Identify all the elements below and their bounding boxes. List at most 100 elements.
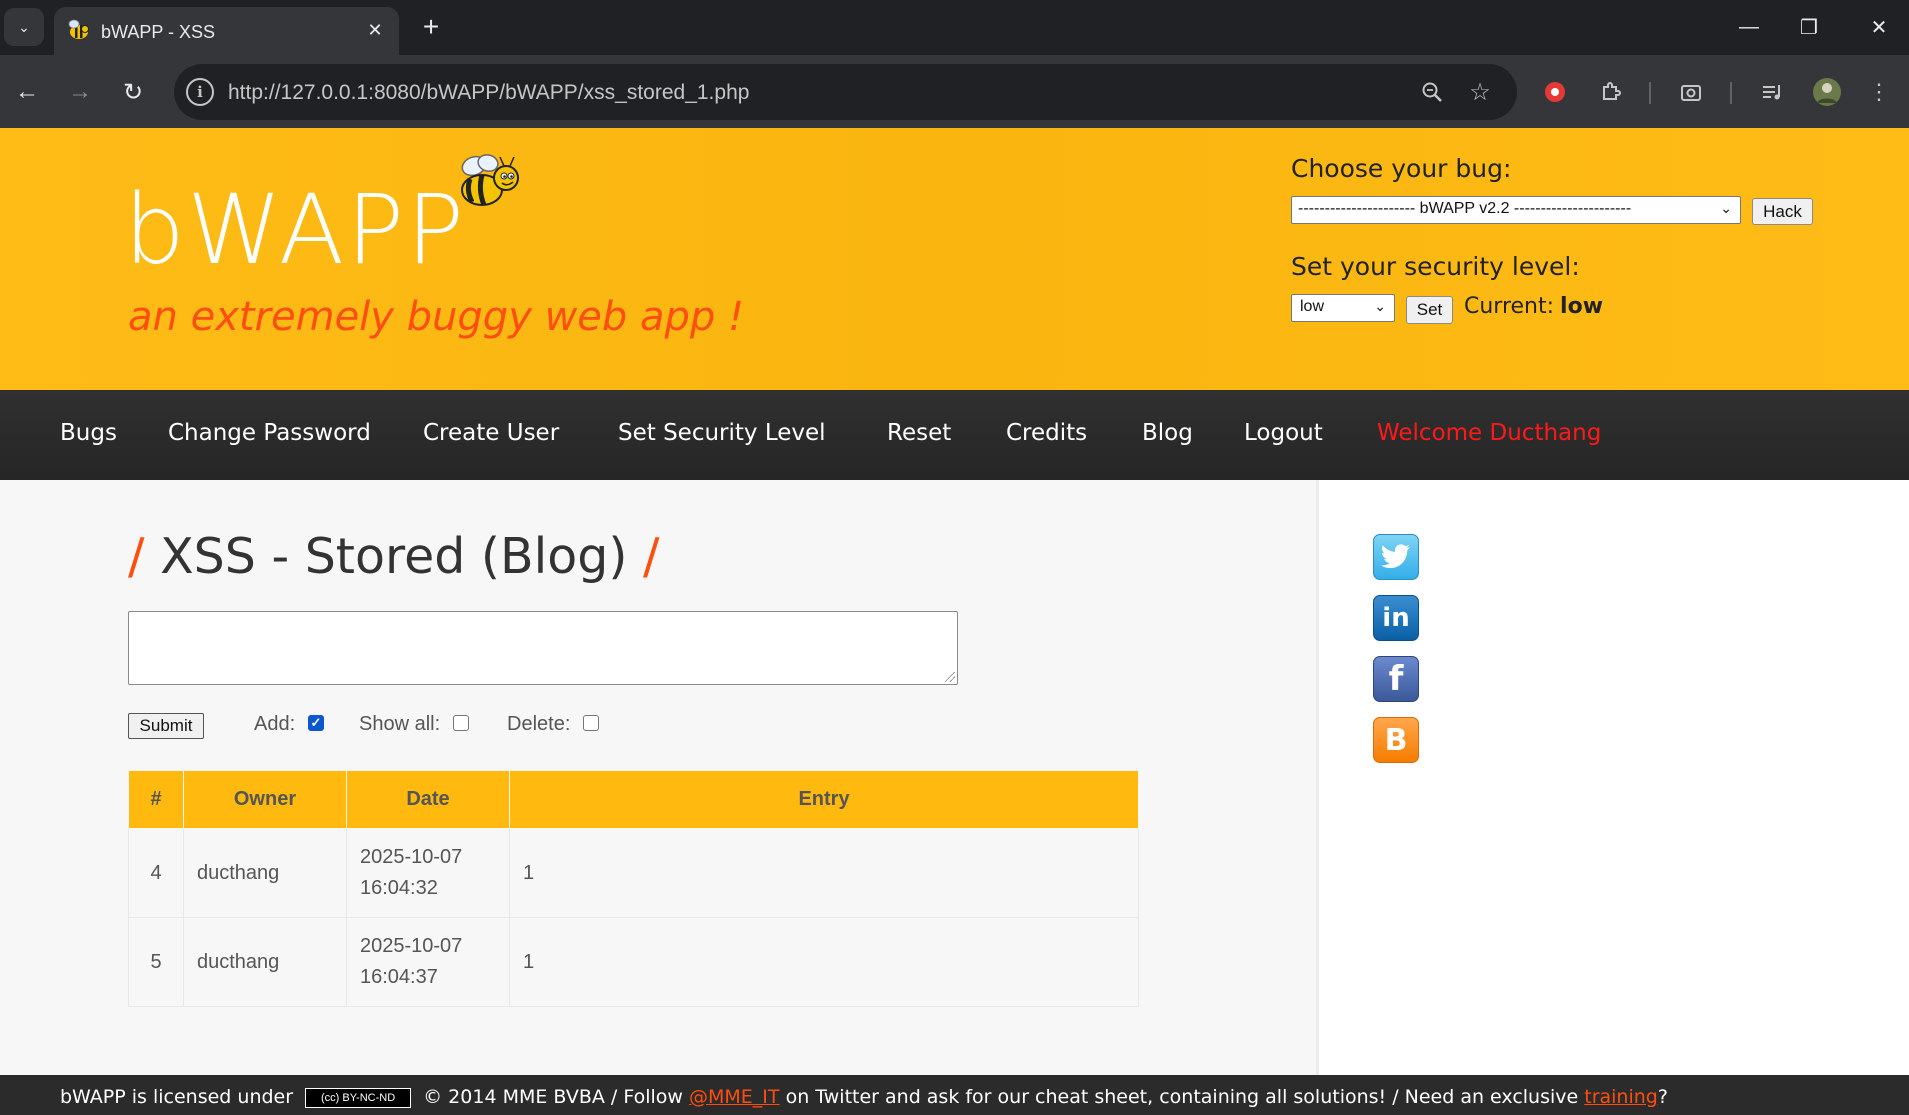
restore-window-button[interactable]: ❐ xyxy=(1774,0,1844,55)
delete-label: Delete: xyxy=(507,713,571,735)
menu-item-logout[interactable]: Logout xyxy=(1244,420,1323,446)
extension-record-icon[interactable] xyxy=(1536,73,1574,111)
show-all-label: Show all: xyxy=(359,713,441,735)
choose-bug-label: Choose your bug: xyxy=(1291,154,1512,183)
social-sidebar: in f B xyxy=(1316,480,1909,1075)
footer-cheatsheet-text: on Twitter and ask for our cheat sheet, … xyxy=(785,1086,1579,1108)
extensions-puzzle-icon[interactable] xyxy=(1592,73,1630,111)
entry-date-time: 16:04:37 xyxy=(360,966,438,988)
more-menu-icon[interactable]: ⋮ xyxy=(1860,73,1898,111)
linkedin-icon[interactable]: in xyxy=(1373,595,1419,641)
page-title: / XSS - Stored (Blog) / xyxy=(128,528,660,585)
browser-toolbar: ← → ↻ i http://127.0.0.1:8080/bWAPP/bWAP… xyxy=(0,55,1909,128)
title-slash: / xyxy=(128,528,145,585)
column-header-date: Date xyxy=(346,770,510,829)
security-select-value: low xyxy=(1300,298,1325,315)
bug-select[interactable]: ---------------------- bWAPP v2.2 ------… xyxy=(1291,196,1741,224)
media-playlist-icon[interactable] xyxy=(1753,73,1791,111)
entry-number: 5 xyxy=(128,917,184,1007)
cc-license-badge[interactable]: (cc) BY-NC-ND xyxy=(305,1087,412,1108)
footer-license-text: bWAPP is licensed under xyxy=(60,1086,294,1108)
entry-date-day: 2025-10-07 xyxy=(360,935,463,957)
page-title-text: XSS - Stored (Blog) xyxy=(160,528,628,585)
new-tab-button[interactable]: + xyxy=(414,10,448,44)
zoom-icon[interactable] xyxy=(1417,77,1447,107)
address-bar[interactable]: i http://127.0.0.1:8080/bWAPP/bWAPP/xss_… xyxy=(174,64,1517,120)
entry-owner: ducthang xyxy=(183,917,347,1007)
column-header-number: # xyxy=(128,770,184,829)
entry-date: 2025-10-07 16:04:37 xyxy=(346,917,510,1007)
menu-item-create-user[interactable]: Create User xyxy=(423,420,559,446)
main-menu: Bugs Change Password Create User Set Sec… xyxy=(0,390,1909,480)
close-tab-icon[interactable]: ✕ xyxy=(361,16,389,44)
add-checkbox[interactable]: ✓ xyxy=(308,715,324,731)
entry-owner: ducthang xyxy=(183,828,347,918)
site-header: bWAPP an extremely buggy web app ! Choos… xyxy=(0,128,1909,390)
current-security: Current: low xyxy=(1464,294,1603,319)
twitter-icon[interactable] xyxy=(1373,534,1419,580)
menu-item-bugs[interactable]: Bugs xyxy=(60,420,117,446)
blog-entries-table: # Owner Date Entry 4 ducthang 2025-10-07… xyxy=(128,770,1139,1007)
current-security-value: low xyxy=(1560,294,1604,319)
entry-number: 4 xyxy=(128,828,184,918)
resize-handle-icon[interactable] xyxy=(945,672,955,682)
menu-item-change-password[interactable]: Change Password xyxy=(168,420,371,446)
chevron-down-icon: ⌄ xyxy=(1720,200,1732,216)
entry-text: 1 xyxy=(509,917,1139,1007)
forward-arrow-icon[interactable]: → xyxy=(61,73,99,111)
entry-text: 1 xyxy=(509,828,1139,918)
chevron-down-icon: ⌄ xyxy=(18,18,30,35)
facebook-icon[interactable]: f xyxy=(1373,656,1419,702)
menu-item-reset[interactable]: Reset xyxy=(887,420,951,446)
welcome-user-text: Welcome Ducthang xyxy=(1377,420,1602,446)
table-row: 5 ducthang 2025-10-07 16:04:37 1 xyxy=(128,917,1139,1007)
bookmark-star-icon[interactable]: ☆ xyxy=(1465,77,1495,107)
entry-date: 2025-10-07 16:04:32 xyxy=(346,828,510,918)
footer-end-text: ? xyxy=(1657,1086,1668,1108)
entry-date-time: 16:04:32 xyxy=(360,877,438,899)
close-window-button[interactable]: ✕ xyxy=(1844,0,1909,55)
current-security-label: Current: xyxy=(1464,294,1555,319)
site-info-icon[interactable]: i xyxy=(186,78,214,106)
browser-tab-bar: ⌄ bWAPP - XSS ✕ + — ❐ ✕ xyxy=(0,0,1909,55)
site-tagline: an extremely buggy web app ! xyxy=(128,294,745,340)
twitter-link[interactable]: @MME_IT xyxy=(689,1086,780,1108)
toolbar-separator xyxy=(1649,82,1651,104)
footer-text: bWAPP is licensed under (cc) BY-NC-ND © … xyxy=(60,1086,1668,1108)
show-all-checkbox[interactable] xyxy=(453,715,469,731)
entry-date-day: 2025-10-07 xyxy=(360,846,463,868)
menu-item-blog[interactable]: Blog xyxy=(1142,420,1193,446)
footer-copyright-text: © 2014 MME BVBA / Follow xyxy=(423,1086,683,1108)
bug-select-value: ---------------------- bWAPP v2.2 ------… xyxy=(1298,200,1632,217)
security-level-label: Set your security level: xyxy=(1291,252,1580,281)
reload-icon[interactable]: ↻ xyxy=(114,73,152,111)
tab-title: bWAPP - XSS xyxy=(101,22,216,42)
delete-checkbox[interactable] xyxy=(583,715,599,731)
chevron-down-icon: ⌄ xyxy=(1374,298,1386,314)
training-link[interactable]: training xyxy=(1584,1086,1658,1108)
title-slash: / xyxy=(643,528,660,585)
submit-button[interactable]: Submit xyxy=(128,713,204,739)
menu-item-credits[interactable]: Credits xyxy=(1006,420,1087,446)
menu-item-set-security-level[interactable]: Set Security Level xyxy=(618,420,826,446)
url-text[interactable]: http://127.0.0.1:8080/bWAPP/bWAPP/xss_st… xyxy=(228,81,749,105)
blog-entry-textarea[interactable] xyxy=(128,611,958,685)
set-security-button[interactable]: Set xyxy=(1406,296,1453,324)
profile-avatar[interactable] xyxy=(1808,73,1846,111)
main-content: / XSS - Stored (Blog) / Submit Add: ✓ Sh… xyxy=(0,480,1316,1075)
security-level-select[interactable]: low ⌄ xyxy=(1291,294,1395,322)
column-header-owner: Owner xyxy=(183,770,347,829)
bee-logo-icon xyxy=(461,154,519,206)
column-header-entry: Entry xyxy=(509,770,1139,829)
toolbar-separator xyxy=(1730,82,1732,104)
table-header-row: # Owner Date Entry xyxy=(128,770,1139,829)
browser-tab[interactable]: bWAPP - XSS ✕ xyxy=(54,7,399,55)
table-row: 4 ducthang 2025-10-07 16:04:32 1 xyxy=(128,828,1139,918)
hack-button[interactable]: Hack xyxy=(1752,198,1813,225)
back-arrow-icon[interactable]: ← xyxy=(8,73,46,111)
tab-search-button[interactable]: ⌄ xyxy=(4,8,44,46)
blogger-icon[interactable]: B xyxy=(1373,717,1419,763)
screenshot-icon[interactable] xyxy=(1672,73,1710,111)
bee-favicon-icon xyxy=(68,19,89,39)
site-logo: bWAPP xyxy=(124,174,467,286)
